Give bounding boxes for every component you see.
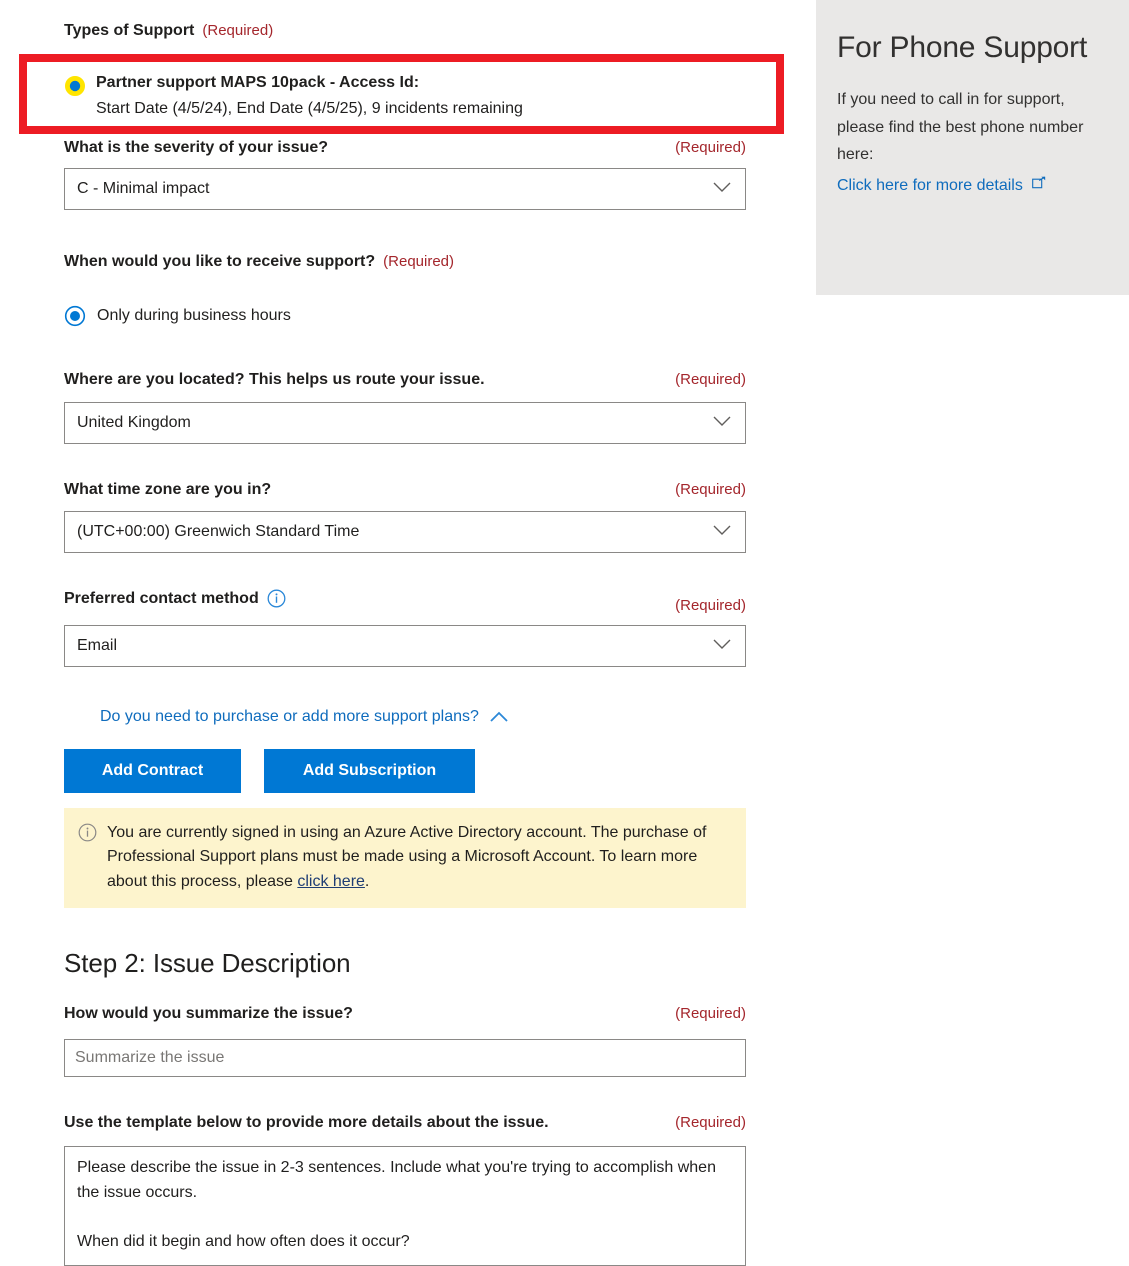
- types-of-support-label: Types of Support: [64, 22, 195, 39]
- contact-method-required: (Required): [675, 597, 746, 614]
- radio-selected-icon[interactable]: [64, 305, 86, 327]
- notice-text-after: .: [364, 872, 370, 890]
- location-required: (Required): [675, 371, 746, 388]
- template-label-row: Use the template below to provide more d…: [64, 1114, 746, 1132]
- timezone-select-value: (UTC+00:00) Greenwich Standard Time: [77, 523, 360, 540]
- support-plan-radio-text: Partner support MAPS 10pack - Access Id:…: [96, 72, 523, 119]
- external-link-icon: [1032, 171, 1046, 199]
- info-icon: [78, 823, 97, 847]
- timezone-label: What time zone are you in?: [64, 481, 272, 498]
- business-hours-label: Only during business hours: [97, 307, 291, 325]
- location-select[interactable]: United Kingdom: [64, 402, 746, 444]
- phone-support-body: If you need to call in for support, plea…: [837, 91, 1084, 164]
- severity-select[interactable]: C - Minimal impact: [64, 168, 746, 210]
- location-label: Where are you located? This helps us rou…: [64, 371, 485, 388]
- support-plan-title: Partner support MAPS 10pack - Access Id:: [96, 74, 420, 91]
- purchase-support-plans-link[interactable]: Do you need to purchase or add more supp…: [100, 708, 509, 726]
- timezone-label-row: What time zone are you in? (Required): [64, 481, 746, 499]
- severity-required: (Required): [675, 139, 746, 156]
- template-required: (Required): [675, 1114, 746, 1131]
- business-hours-radio-option[interactable]: Only during business hours: [64, 305, 291, 327]
- contact-method-select-value: Email: [77, 637, 118, 654]
- step2-heading: Step 2: Issue Description: [64, 948, 351, 978]
- support-request-form: Types of Support (Required) Partner suppo…: [0, 0, 816, 1266]
- location-label-row: Where are you located? This helps us rou…: [64, 371, 746, 389]
- chevron-up-icon[interactable]: [489, 711, 509, 723]
- types-of-support-required: (Required): [202, 22, 274, 39]
- purchase-support-plans-link-label: Do you need to purchase or add more supp…: [100, 708, 479, 725]
- types-of-support-label-row: Types of Support (Required): [0, 22, 273, 40]
- receive-support-label: When would you like to receive support?: [64, 253, 376, 270]
- summary-input[interactable]: [64, 1039, 746, 1077]
- severity-label-row: What is the severity of your issue? (Req…: [64, 139, 746, 157]
- support-plan-detail: Start Date (4/5/24), End Date (4/5/25), …: [96, 99, 523, 117]
- phone-support-details-link[interactable]: Click here for more details: [837, 171, 1046, 200]
- add-subscription-button[interactable]: Add Subscription: [264, 749, 475, 793]
- chevron-down-icon[interactable]: [713, 414, 731, 432]
- account-type-notice: You are currently signed in using an Azu…: [64, 808, 746, 908]
- location-select-value: United Kingdom: [77, 414, 191, 431]
- phone-support-title: For Phone Support: [837, 31, 1088, 64]
- add-contract-button[interactable]: Add Contract: [64, 749, 241, 793]
- contact-method-label-row: Preferred contact method (Required): [64, 589, 746, 615]
- receive-support-required: (Required): [383, 253, 455, 270]
- info-icon[interactable]: [267, 589, 286, 608]
- summary-label-row: How would you summarize the issue? (Requ…: [64, 1005, 746, 1023]
- contact-method-label: Preferred contact method: [64, 589, 259, 607]
- chevron-down-icon[interactable]: [713, 637, 731, 655]
- chevron-down-icon[interactable]: [713, 523, 731, 541]
- notice-text-before: You are currently signed in using an Azu…: [107, 824, 707, 890]
- account-type-notice-text: You are currently signed in using an Azu…: [107, 821, 732, 894]
- severity-label: What is the severity of your issue?: [64, 139, 329, 156]
- severity-select-value: C - Minimal impact: [77, 180, 210, 197]
- issue-details-textarea[interactable]: [64, 1146, 746, 1266]
- chevron-down-icon[interactable]: [713, 180, 731, 198]
- contact-method-select[interactable]: Email: [64, 625, 746, 667]
- phone-support-panel: For Phone Support If you need to call in…: [816, 0, 1129, 295]
- support-plan-radio-option[interactable]: Partner support MAPS 10pack - Access Id:…: [64, 72, 764, 119]
- template-label: Use the template below to provide more d…: [64, 1114, 549, 1131]
- summary-label: How would you summarize the issue?: [64, 1005, 353, 1022]
- timezone-required: (Required): [675, 481, 746, 498]
- notice-click-here-link[interactable]: click here: [297, 873, 365, 890]
- summary-required: (Required): [675, 1005, 746, 1022]
- timezone-select[interactable]: (UTC+00:00) Greenwich Standard Time: [64, 511, 746, 553]
- contact-method-label-group: Preferred contact method: [64, 589, 286, 608]
- phone-support-details-link-label: Click here for more details: [837, 176, 1023, 194]
- radio-selected-highlighted-icon[interactable]: [64, 75, 86, 102]
- receive-support-label-row: When would you like to receive support? (…: [0, 253, 454, 271]
